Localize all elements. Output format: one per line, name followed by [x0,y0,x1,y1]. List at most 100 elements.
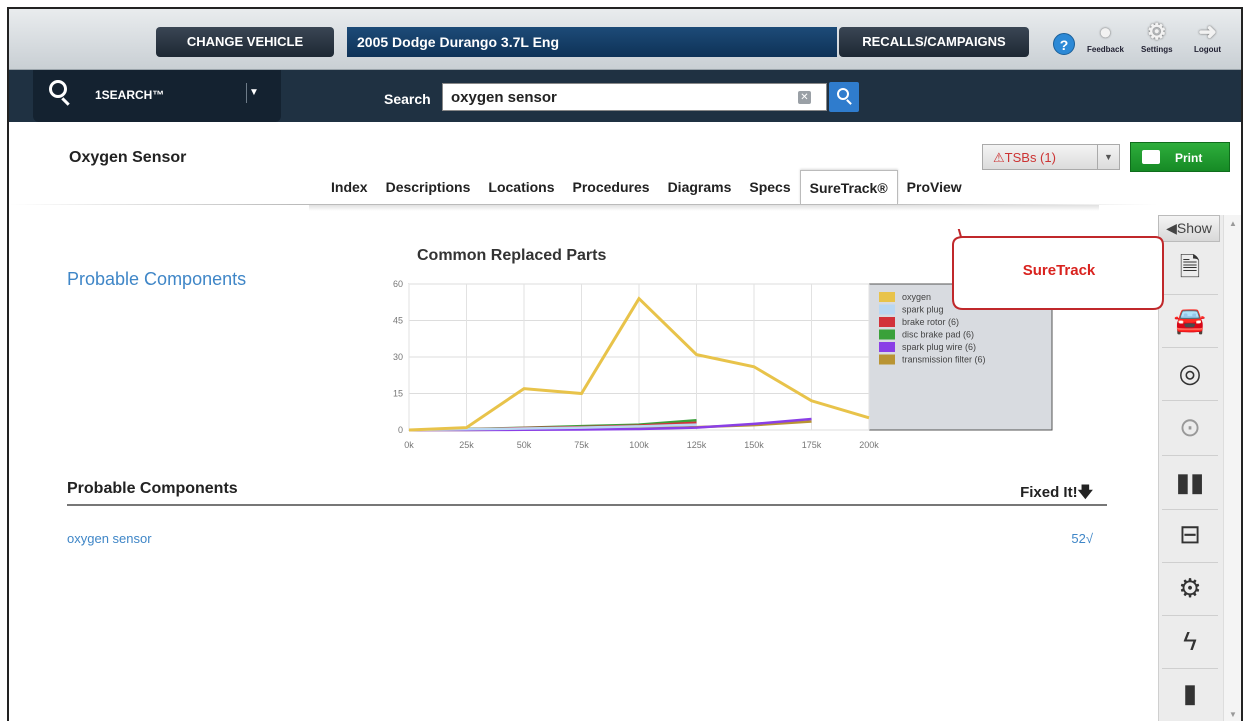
electrical-icon[interactable]: ϟ [1172,623,1208,659]
rail-divider [1162,562,1218,563]
callout-label: SureTrack [1022,262,1096,279]
engine-icon[interactable]: ⚙ [1172,570,1208,606]
tab-shadow [309,205,1099,211]
table-row[interactable]: oxygen sensor 52√ [67,531,1107,551]
help-icon[interactable]: ? [1053,33,1075,55]
settings-button[interactable]: ⚙ Settings [1141,19,1173,54]
onesearch-label: 1SEARCH™ [95,88,165,102]
column-header-components: Probable Components [67,480,238,497]
rail-divider [1162,294,1218,295]
y-tick-label: 45 [393,316,403,326]
tab-procedures[interactable]: Procedures [564,170,659,204]
y-tick-label: 15 [393,389,403,399]
rail-divider [1162,509,1218,510]
logout-icon: ➜ [1198,19,1217,44]
y-tick-label: 30 [393,352,403,362]
page-title: Oxygen Sensor [69,149,187,166]
chart-title: Common Replaced Parts [417,247,607,264]
legend-label: transmission filter (6) [902,355,986,365]
top-bar: CHANGE VEHICLE 2005 Dodge Durango 3.7L E… [9,9,1241,70]
x-tick-label: 150k [744,440,764,450]
rail-divider [1162,347,1218,348]
x-tick-label: 175k [802,440,822,450]
chevron-down-icon[interactable]: ▼ [246,83,261,103]
main-content: Oxygen Sensor ⚠TSBs (1) ▼ Print Index De… [9,122,1230,721]
info-doc-icon[interactable]: 🗎 [1172,249,1208,285]
legend-label: spark plug wire (6) [902,342,976,352]
settings-label: Settings [1141,45,1173,54]
vertical-scrollbar[interactable]: ▲ ▼ [1223,215,1241,721]
x-tick-label: 100k [629,440,649,450]
rail-divider [1162,455,1218,456]
gear-icon: ⚙ [1146,19,1167,44]
app-window: CHANGE VEHICLE 2005 Dodge Durango 3.7L E… [7,7,1243,721]
y-tick-label: 60 [393,279,403,289]
x-tick-label: 50k [517,440,532,450]
legend-swatch [879,342,895,352]
module-icon[interactable]: ⊟ [1172,516,1208,552]
search-input[interactable] [442,83,827,111]
x-tick-label: 25k [459,440,474,450]
rail-divider [1162,400,1218,401]
legend-label: oxygen [902,292,931,302]
tsbs-dropdown[interactable]: ⚠TSBs (1) ▼ [982,144,1120,170]
search-icon [49,80,67,98]
x-tick-label: 200k [859,440,879,450]
legend-swatch [879,317,895,327]
table-header: Probable Components Fixed It!🡇 [67,478,1107,506]
change-vehicle-button[interactable]: CHANGE VEHICLE [156,27,334,57]
printer-icon [1142,150,1160,164]
feedback-button[interactable]: ● Feedback [1087,19,1124,54]
fixed-it-label: Fixed It! [1020,484,1078,501]
search-button[interactable] [829,82,859,112]
tpms-icon[interactable]: ⊙ [1172,409,1208,445]
tab-diagrams[interactable]: Diagrams [659,170,741,204]
manual-book-icon[interactable]: ▮▮ [1172,464,1208,500]
component-link[interactable]: oxygen sensor [67,531,152,546]
vehicle-label: 2005 Dodge Durango 3.7L Eng [347,27,837,57]
show-toggle[interactable]: ◀Show [1158,215,1220,242]
column-header-fixed-it[interactable]: Fixed It!🡇 [1020,482,1093,507]
scroll-up-icon[interactable]: ▲ [1229,219,1237,228]
logout-label: Logout [1194,45,1222,54]
tab-descriptions[interactable]: Descriptions [377,170,480,204]
rail-divider [1162,668,1218,669]
tab-bar: Index Descriptions Locations Procedures … [322,170,971,204]
fixed-count: 52√ [1071,531,1093,546]
tab-index[interactable]: Index [322,170,377,204]
tab-specs[interactable]: Specs [740,170,799,204]
logout-button[interactable]: ➜ Logout [1194,19,1221,54]
legend-swatch [879,292,895,302]
tab-suretrack[interactable]: SureTrack® [799,170,898,204]
arrow-down-icon: 🡇 [1077,484,1093,501]
onesearch-panel[interactable]: 1SEARCH™ ▼ [33,70,281,122]
legend-label: spark plug [902,305,944,315]
print-label: Print [1175,151,1203,165]
legend-swatch [879,354,895,365]
y-tick-label: 0 [398,425,403,435]
show-label: Show [1176,220,1212,236]
tsbs-text: TSBs (1) [1004,150,1056,165]
x-tick-label: 125k [687,440,707,450]
tsbs-label: ⚠TSBs (1) [993,150,1056,166]
search-label: Search [384,91,431,107]
scroll-down-icon[interactable]: ▼ [1229,710,1237,719]
chat-bubble-icon: ● [1098,19,1113,44]
tab-locations[interactable]: Locations [479,170,563,204]
notice-icon[interactable]: ▮ [1172,675,1208,711]
legend-swatch [879,304,895,315]
magnifier-icon [837,88,849,100]
car-icon[interactable]: 🚘 [1172,302,1208,338]
x-tick-label: 75k [574,440,589,450]
clear-search-icon[interactable]: ✕ [798,91,811,104]
tire-icon[interactable]: ◎ [1172,355,1208,391]
x-tick-label: 0k [404,440,414,450]
print-button[interactable]: Print [1130,142,1230,172]
legend-swatch [879,329,895,340]
chevron-down-icon[interactable]: ▼ [1097,145,1119,169]
recalls-campaigns-button[interactable]: RECALLS/CAMPAIGNS [839,27,1029,57]
warning-icon: ⚠ [993,150,1005,165]
circle-arrow-icon: ◀ [1166,220,1177,236]
rail-divider [1162,615,1218,616]
tab-proview[interactable]: ProView [898,170,971,204]
